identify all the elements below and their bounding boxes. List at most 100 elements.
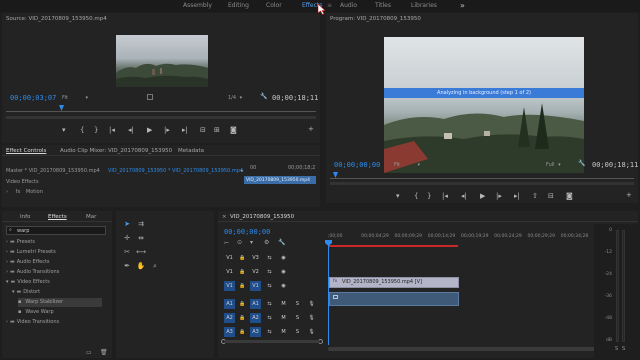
step-forward-icon[interactable]: |▸ [496,192,502,200]
lock-icon[interactable]: 🔒 [237,299,248,309]
effects-tree-item[interactable]: ▾ ▬ Video Effects [6,278,50,287]
timeline-horizontal-scrollbar[interactable] [328,347,596,351]
solo-button[interactable]: S [292,327,303,337]
eye-icon[interactable]: ◉ [278,281,289,291]
source-timecode[interactable]: 00;00;03;07 [10,94,56,102]
solo-button[interactable]: S [292,299,303,309]
lock-icon[interactable]: 🔒 [237,267,248,277]
wrench-icon[interactable]: 🔧 [260,93,267,100]
wrench-icon[interactable]: 🔧 [578,160,585,167]
audio-clip[interactable] [329,292,459,306]
tab-markers[interactable]: Mar [86,212,96,222]
source-patch-button[interactable]: V1 [224,281,235,291]
sync-lock-icon[interactable]: ⇆ [264,313,275,323]
export-frame-icon[interactable]: ◙ [230,126,237,134]
timeline-timecode[interactable]: 00;00;00;00 [224,228,270,236]
time-ruler[interactable]: ;00;00 00;00;04;29 00;00;09;29 00;00;14;29 0… [328,234,594,244]
video-clip[interactable]: fx VID_20170809_153950.mp4 [V] [329,277,459,288]
go-to-in-icon[interactable]: |◂ [109,126,115,134]
solo-button[interactable]: S [292,313,303,323]
effects-tree-item[interactable]: ▾ ▬ Distort [12,288,40,297]
add-button-icon[interactable]: + [308,125,314,133]
track-select-tool-icon[interactable]: ⇉ [136,219,146,229]
program-zoom-bar[interactable] [330,182,634,185]
workspace-tab-libraries[interactable]: Libraries [411,0,437,12]
track-target-button[interactable]: V3 [250,253,261,263]
effects-tree-item[interactable]: › ▬ Video Transitions [6,318,59,327]
play-icon[interactable]: ▶ [147,126,152,134]
mark-out-icon[interactable]: } [427,192,431,200]
solo-left-button[interactable]: S [615,346,618,352]
workspace-tab-menu-icon[interactable]: ≡ [327,0,332,12]
sync-lock-icon[interactable]: ⇆ [264,281,275,291]
effects-tree-item[interactable]: ▪ Wave Warp [18,308,54,317]
track-target-button[interactable]: V2 [250,267,261,277]
workspace-tab-color[interactable]: Color [266,0,282,12]
go-to-out-icon[interactable]: ▸| [514,192,520,200]
mark-in-icon[interactable]: { [414,192,418,200]
eye-icon[interactable]: ◉ [278,267,289,277]
effects-tree-item[interactable]: › ▬ Lumetri Presets [6,248,56,257]
step-back-icon[interactable]: ◂| [461,192,467,200]
track-target-button[interactable]: A1 [250,299,261,309]
add-marker-icon[interactable]: ▾ [250,239,253,246]
mark-in-icon[interactable]: { [80,126,84,134]
ec-play-icon[interactable]: ▸ [241,168,244,174]
source-scrubber[interactable] [6,105,316,112]
workspace-tab-titles[interactable]: Titles [375,0,391,12]
play-icon[interactable]: ▶ [480,192,485,200]
tab-audio-clip-mixer[interactable]: Audio Clip Mixer: VID_20170809_153950 [60,146,172,156]
effects-tree-item[interactable]: › ▬ Audio Effects [6,258,50,267]
source-patch-button[interactable]: A1 [224,299,235,309]
source-zoom-bar[interactable] [6,116,316,119]
step-forward-icon[interactable]: |▸ [164,126,170,134]
tab-effects[interactable]: Effects [48,212,67,222]
master-clip-label[interactable]: Master * VID_20170809_153950.mp4 [6,168,100,174]
add-button-icon[interactable]: + [626,191,632,199]
microphone-icon[interactable]: 🎙 [306,299,317,309]
timeline-settings-icon[interactable]: ⚙ [264,239,269,246]
effects-tree-item[interactable]: › ▬ Audio Transitions [6,268,59,277]
program-scrubber[interactable] [330,172,634,179]
sync-lock-icon[interactable]: ⇆ [264,253,275,263]
add-marker-icon[interactable]: ▾ [396,192,400,200]
source-patch-button[interactable]: V1 [224,267,235,277]
go-to-out-icon[interactable]: ▸| [182,126,188,134]
lock-icon[interactable]: 🔒 [237,253,248,263]
workspace-tab-audio[interactable]: Audio [340,0,357,12]
sync-lock-icon[interactable]: ⇆ [264,267,275,277]
extract-icon[interactable]: ⊟ [548,192,554,200]
program-fit-dropdown[interactable]: Fit ▾ [394,162,420,168]
microphone-icon[interactable]: 🎙 [306,327,317,337]
effects-tree-item[interactable]: ▪ Warp Stabilizer [18,298,102,307]
track-target-button[interactable]: A3 [250,327,261,337]
workspace-tab-editing[interactable]: Editing [228,0,249,12]
go-to-in-icon[interactable]: |◂ [442,192,448,200]
track-target-button[interactable]: A2 [250,313,261,323]
add-marker-icon[interactable]: ▾ [62,126,66,134]
source-patch-button[interactable]: A2 [224,313,235,323]
motion-effect-row[interactable]: › fx Motion [6,189,43,195]
snap-icon[interactable]: ⤚ [224,239,229,247]
effects-tree-item[interactable]: › ▬ Presets [6,238,35,247]
ripple-edit-tool-icon[interactable]: ✛ [122,233,132,243]
source-settings-icon[interactable] [147,94,153,100]
mute-button[interactable]: M [278,299,289,309]
rolling-edit-tool-icon[interactable]: ⇹ [136,233,146,243]
solo-right-button[interactable]: S [622,346,625,352]
sync-lock-icon[interactable]: ⇆ [264,299,275,309]
overwrite-icon[interactable]: ⊞ [214,126,220,134]
timeline-sequence-tab[interactable]: VID_20170809_153950 [230,212,294,222]
sync-lock-icon[interactable]: ⇆ [264,327,275,337]
new-bin-icon[interactable]: ▭ [86,349,92,356]
workspace-tab-assembly[interactable]: Assembly [183,0,212,12]
mute-button[interactable]: M [278,327,289,337]
mark-out-icon[interactable]: } [94,126,98,134]
source-resolution-dropdown[interactable]: 1/4 ▾ [228,95,242,101]
export-frame-icon[interactable]: ◙ [566,192,573,200]
selection-tool-icon[interactable]: ➤ [122,219,132,229]
eye-icon[interactable]: ◉ [278,253,289,263]
effects-search-input[interactable]: ⌕ warp [6,226,106,235]
lift-icon[interactable]: ⇧ [532,192,538,200]
tab-effect-controls[interactable]: Effect Controls [6,146,46,156]
